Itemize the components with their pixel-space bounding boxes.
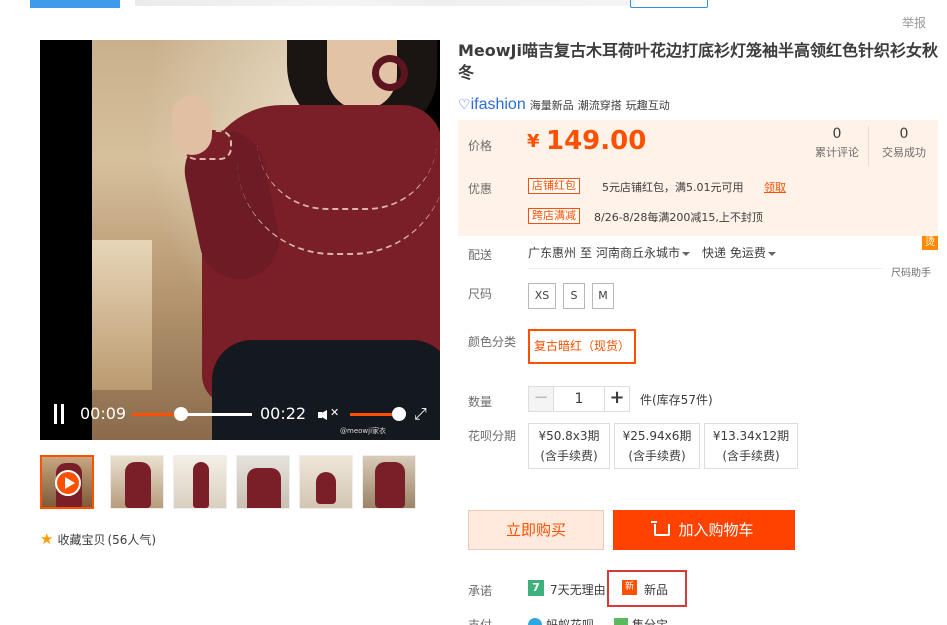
installment-amount: ¥13.34x12期 — [712, 429, 790, 443]
star-icon: ★ — [40, 530, 54, 548]
payment-method: 蚂蚁花呗 — [546, 618, 595, 625]
sales-label: 交易成功 — [882, 146, 926, 159]
thumbnail-video[interactable] — [40, 455, 94, 509]
buy-now-button[interactable]: 立即购买 — [468, 510, 604, 550]
new-product-icon: 新 — [622, 580, 637, 595]
sales-count: 0 — [899, 126, 909, 142]
installment-fee-note: (含手续费) — [540, 449, 598, 463]
huabei-icon — [528, 618, 542, 625]
video-frame — [92, 40, 440, 440]
divider — [528, 268, 883, 269]
color-label: 颜色分类 — [468, 335, 517, 349]
price-label: 价格 — [468, 139, 493, 153]
cross-shop-tag: 跨店满减 — [528, 208, 580, 224]
add-to-cart-label: 加入购物车 — [678, 521, 754, 539]
cart-icon — [651, 521, 671, 536]
quantity-decrease-button[interactable]: − — [528, 386, 554, 412]
reviews-stat[interactable]: 0 累计评论 — [802, 126, 872, 160]
ifashion-heart-icon: ♡ — [458, 96, 471, 112]
size-option-s[interactable]: S — [563, 283, 585, 309]
seven-day-return-icon: 7 — [528, 580, 544, 596]
delivery-destination[interactable]: 河南商丘永城市 — [596, 244, 698, 261]
payment-row: 支付 蚂蚁花呗 集分宝 — [458, 612, 938, 625]
ifashion-brand[interactable]: ♡ifashion 海量新品 潮流穿搭 玩趣互动 — [458, 96, 674, 114]
brand-tag: 玩趣互动 — [625, 99, 670, 112]
shop-coupon-text: 5元店铺红包，满5.01元可用 — [602, 181, 744, 194]
color-option-selected[interactable]: 复古暗红（现货） — [528, 329, 636, 364]
installment-option-12[interactable]: ¥13.34x12期 (含手续费) — [704, 423, 798, 469]
video-progress-bar[interactable] — [132, 407, 252, 421]
pause-icon[interactable] — [52, 404, 66, 424]
video-controls: 00:09 00:22 ✕ ⤢ — [40, 398, 440, 432]
shop-coupon-tag: 店铺红包 — [528, 178, 580, 194]
chevron-down-icon — [682, 251, 691, 256]
fullscreen-icon[interactable]: ⤢ — [414, 404, 436, 426]
product-title: MeowJi喵吉复古木耳荷叶花边打底衫灯笼袖半高领红色针织衫女秋冬 — [458, 41, 938, 82]
installment-option-6[interactable]: ¥25.94x6期 (含手续费) — [614, 423, 700, 469]
top-bar-text — [135, 0, 635, 6]
video-duration: 00:22 — [260, 404, 307, 423]
chevron-down-icon — [767, 251, 776, 256]
report-link[interactable]: 举报 — [902, 14, 926, 31]
stock-text: 件(库存57件) — [640, 393, 713, 407]
installment-option-3[interactable]: ¥50.8x3期 (含手续费) — [528, 423, 610, 469]
installment-amount: ¥50.8x3期 — [538, 429, 600, 443]
payment-method: 集分宝 — [632, 618, 669, 625]
delivery-from: 广东惠州 — [528, 246, 577, 260]
thumbnail-image[interactable] — [299, 455, 353, 509]
quantity-label: 数量 — [468, 395, 493, 409]
installment-amount: ¥25.94x6期 — [622, 429, 692, 443]
brand-tag: 潮流穿搭 — [577, 99, 622, 112]
installment-fee-note: (含手续费) — [628, 449, 686, 463]
quantity-increase-button[interactable]: + — [604, 386, 630, 412]
seven-day-return-text[interactable]: 7天无理由 — [550, 581, 606, 598]
thumbnail-image[interactable] — [236, 455, 290, 509]
size-option-xs[interactable]: XS — [528, 283, 556, 309]
reviews-label: 累计评论 — [815, 146, 859, 159]
size-option-m[interactable]: M — [592, 283, 614, 309]
thumbnail-image[interactable] — [110, 455, 164, 509]
reviews-count: 0 — [832, 126, 842, 142]
top-bar — [0, 0, 947, 8]
thumbnail-image[interactable] — [362, 455, 416, 509]
video-current-time: 00:09 — [80, 404, 127, 423]
price-currency: ¥ — [527, 131, 540, 152]
volume-handle[interactable] — [392, 407, 406, 421]
price-value: 149.00 — [546, 126, 647, 156]
payment-label: 支付 — [468, 618, 493, 625]
add-to-cart-button[interactable]: 加入购物车 — [613, 510, 795, 550]
size-helper-link[interactable]: 尺码助手 — [891, 264, 931, 279]
promise-label: 承诺 — [468, 584, 493, 598]
delivery-to-word: 至 — [580, 246, 593, 260]
favorite-count: (56人气) — [107, 532, 157, 547]
thumbnail-strip — [40, 455, 440, 511]
video-progress-handle[interactable] — [174, 407, 189, 421]
jifenbao-icon — [614, 618, 628, 625]
product-video[interactable]: @meowji家衣 — [40, 40, 440, 440]
delivery-label: 配送 — [468, 248, 493, 262]
thumbnail-image[interactable] — [173, 455, 227, 509]
new-product-text[interactable]: 新品 — [644, 581, 668, 598]
ifashion-logo: ♡ifashion — [458, 96, 526, 113]
favorite-label: 收藏宝贝 — [57, 532, 106, 547]
delivery-row: 广东惠州 至 河南商丘永城市 快递 免运费 — [528, 244, 784, 261]
top-bar-button[interactable] — [630, 0, 708, 8]
cross-shop-text: 8/26-8/28每满200减15,上不封顶 — [594, 211, 763, 224]
volume-slider[interactable] — [350, 407, 406, 421]
size-helper-icon[interactable]: 烫 — [922, 236, 938, 250]
size-label: 尺码 — [468, 287, 493, 301]
brand-tag: 海量新品 — [529, 99, 574, 112]
favorite-button[interactable]: ★ 收藏宝贝 (56人气) — [40, 530, 156, 548]
play-icon — [55, 470, 81, 496]
claim-coupon-link[interactable]: 领取 — [764, 179, 786, 195]
installment-fee-note: (含手续费) — [722, 449, 780, 463]
top-tab[interactable] — [30, 0, 120, 8]
sales-stat: 0 交易成功 — [869, 126, 939, 160]
installment-label: 花呗分期 — [468, 429, 517, 443]
promo-label: 优惠 — [468, 182, 493, 196]
quantity-input[interactable]: 1 — [554, 386, 604, 412]
delivery-method[interactable]: 快递 免运费 — [702, 244, 784, 261]
mute-icon[interactable]: ✕ — [318, 405, 340, 423]
